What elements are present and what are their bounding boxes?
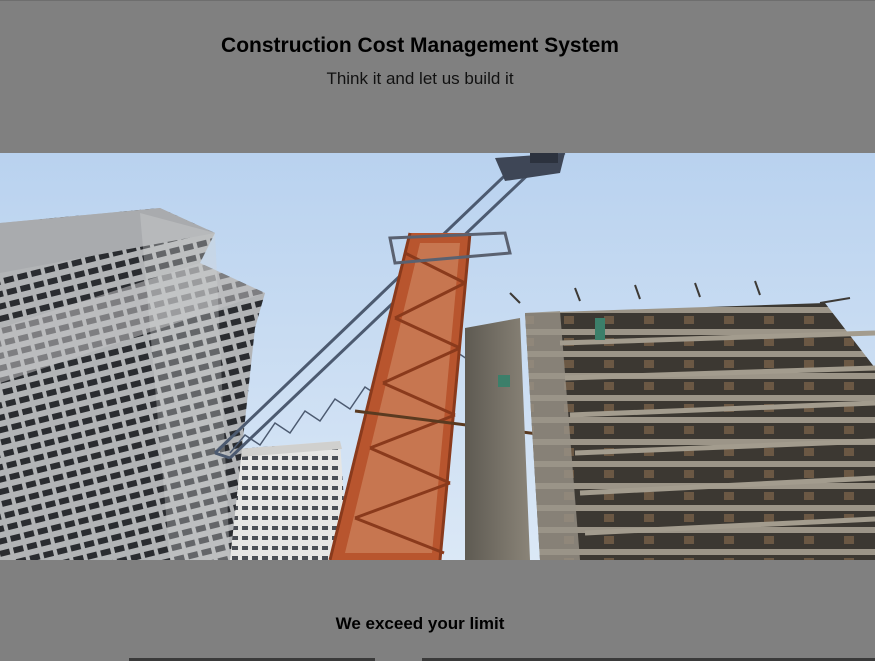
footer-slogan: We exceed your limit (335, 614, 505, 633)
page: Construction Cost Management System Thin… (0, 0, 875, 661)
header: Construction Cost Management System Thin… (0, 1, 840, 153)
page-tagline: Think it and let us build it (326, 69, 514, 88)
page-title: Construction Cost Management System (221, 34, 619, 57)
hero-image (0, 153, 875, 560)
